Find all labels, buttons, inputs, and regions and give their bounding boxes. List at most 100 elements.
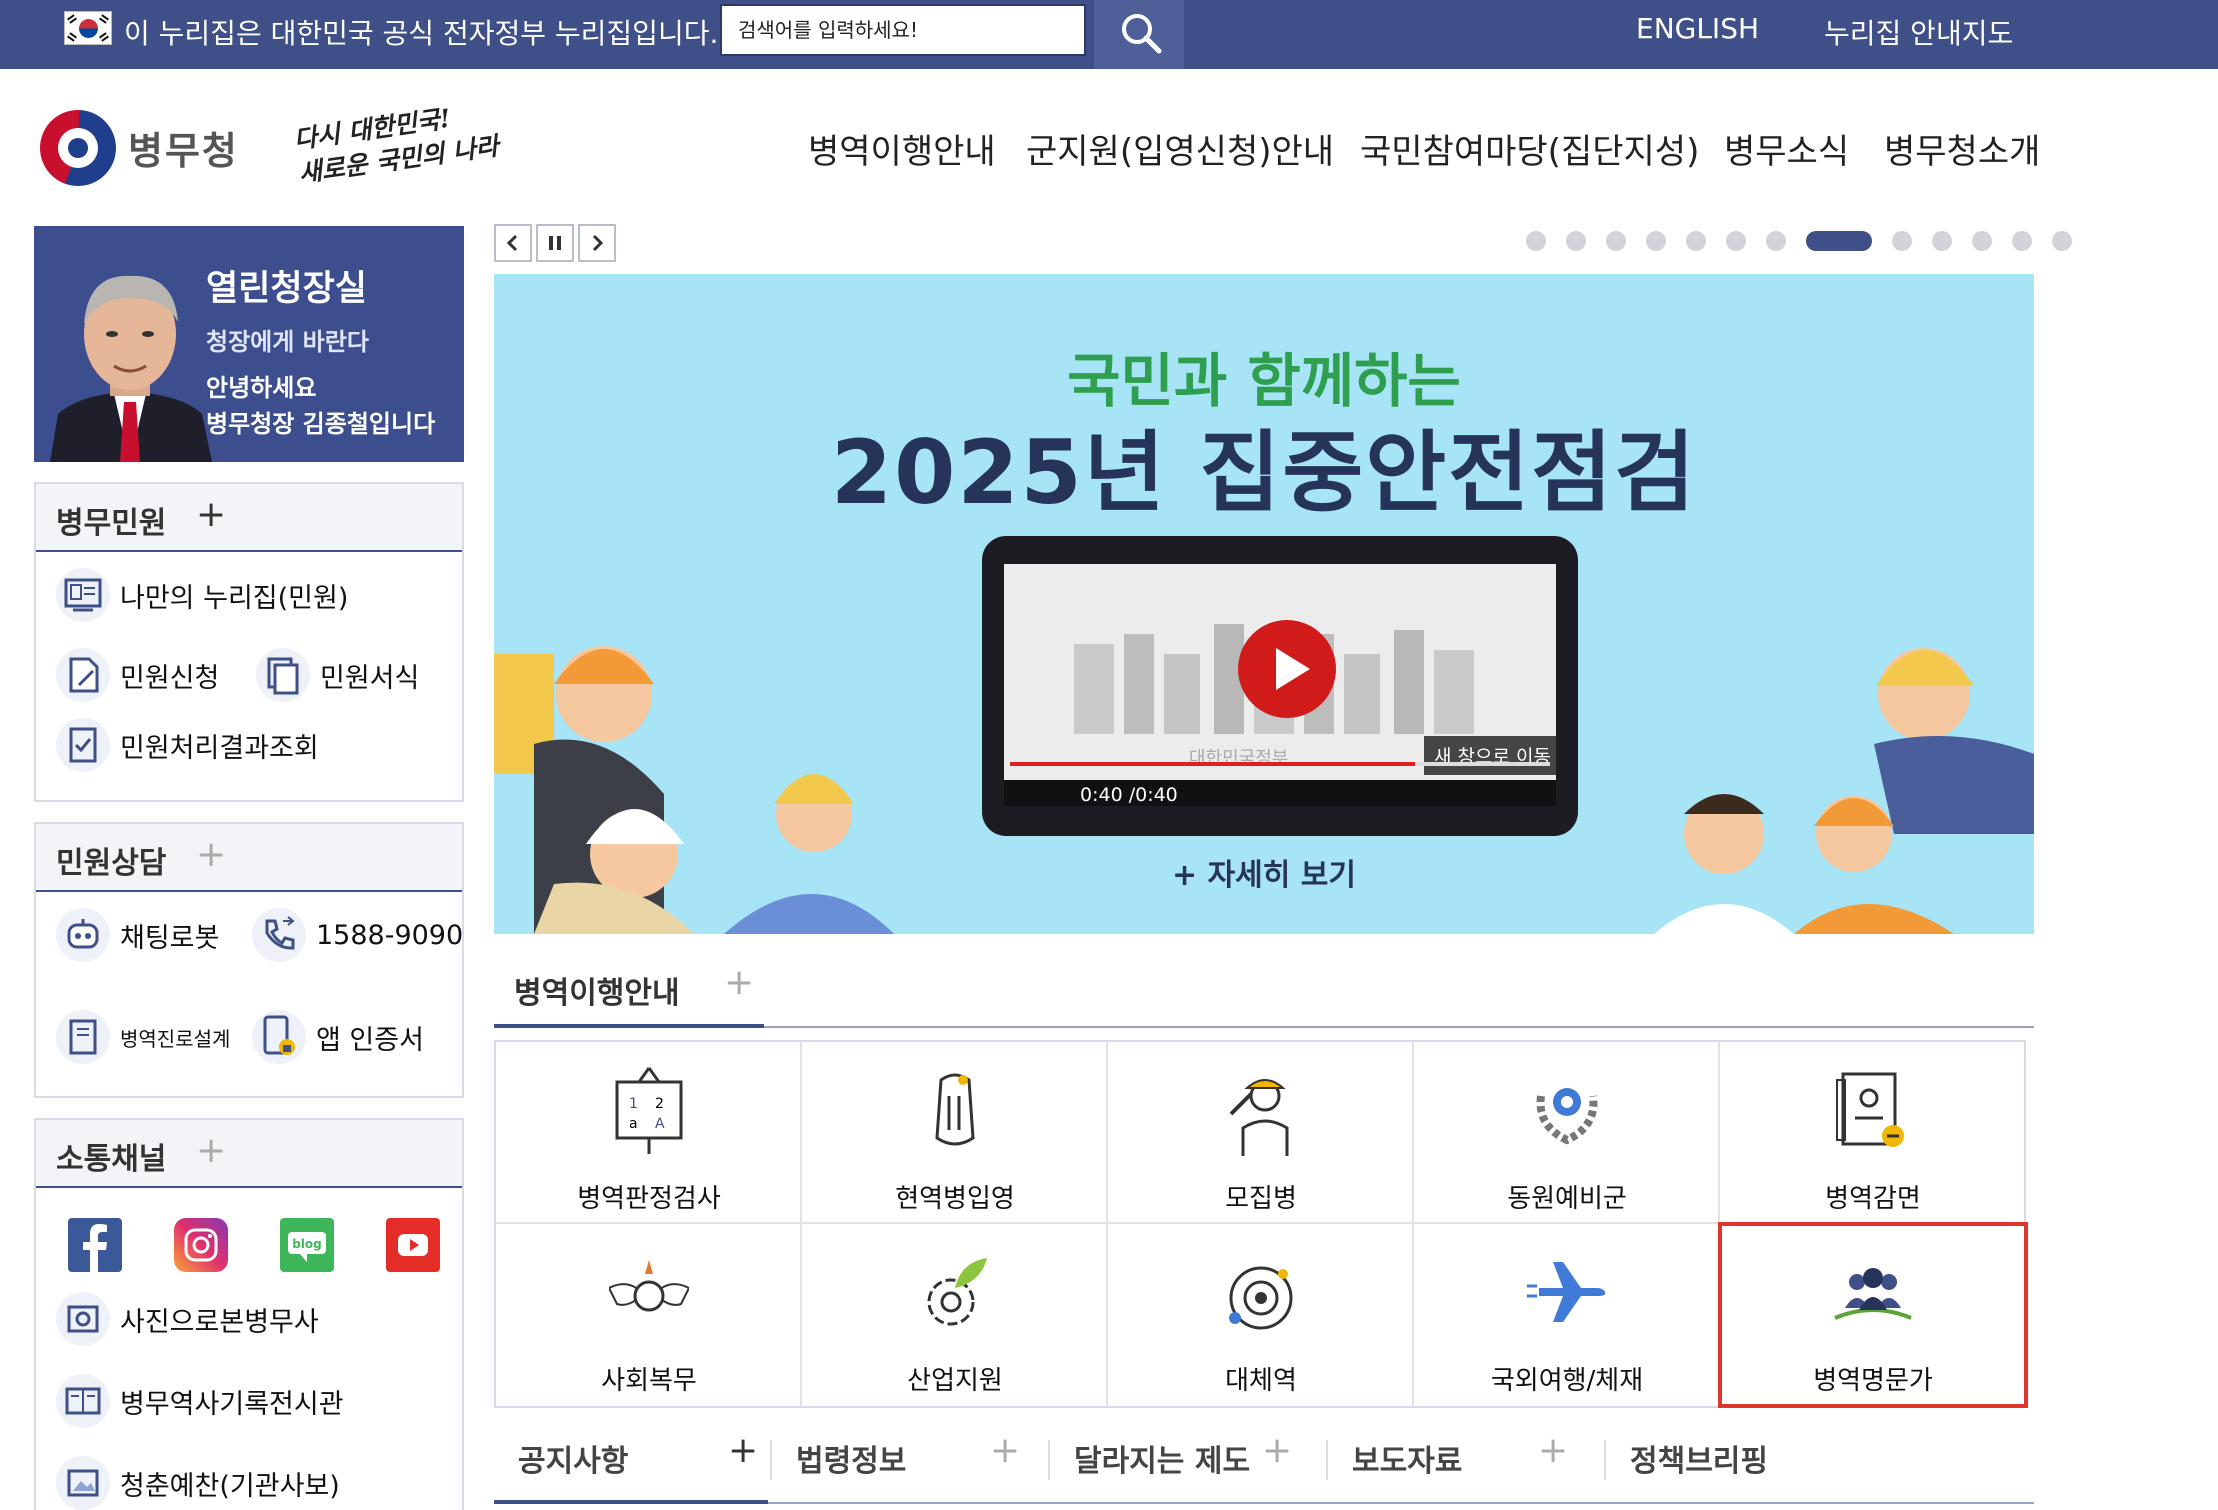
instagram-icon[interactable] (174, 1218, 228, 1272)
pager-dot[interactable] (1686, 231, 1706, 251)
civil-apply-link[interactable]: 민원신청 (56, 648, 219, 702)
taegeuk-logo-icon (40, 110, 116, 186)
career-design-link[interactable]: 병역진로설계 (56, 1010, 230, 1064)
pager-dot-active[interactable] (1806, 231, 1872, 251)
checklist-icon (56, 718, 110, 772)
monitor-icon (56, 568, 110, 622)
tab-notices[interactable]: 공지사항 + (494, 1420, 768, 1504)
civil-more-plus-icon[interactable]: + (196, 494, 226, 535)
service-exemption[interactable]: 병역감면 (1720, 1042, 2026, 1224)
service-reserve-forces[interactable]: 동원예비군 (1414, 1042, 1720, 1224)
chatbot-link[interactable]: 채팅로봇 (56, 908, 219, 962)
image-icon (56, 1456, 110, 1510)
nav-item-enlistment[interactable]: 군지원(입영신청)안내 (1026, 124, 1334, 173)
service-enlistment[interactable]: 현역병입영 (802, 1042, 1108, 1224)
pager-dot[interactable] (2012, 231, 2032, 251)
app-cert-link[interactable]: 앱 인증서 (252, 1010, 424, 1064)
nav-item-about[interactable]: 병무청소개 (1884, 124, 2040, 173)
gear-sprout-icon (927, 1258, 987, 1326)
korean-flag-icon (64, 11, 112, 45)
newsletter-link[interactable]: 청춘예찬(기관사보) (56, 1456, 340, 1510)
robot-icon (56, 908, 110, 962)
app-cert-label: 앱 인증서 (316, 1024, 424, 1056)
pager-dot[interactable] (1526, 231, 1546, 251)
tab-policy-briefing[interactable]: 정책브리핑 (1606, 1420, 1880, 1504)
chief-greeting-line-2: 병무청장 김종철입니다 (206, 410, 436, 438)
saluting-soldier-icon (1229, 1079, 1289, 1156)
id-document-icon (1836, 1072, 1904, 1147)
open-new-window-tooltip[interactable]: 새 창으로 이동 (1424, 736, 1556, 775)
pager-dot[interactable] (1726, 231, 1746, 251)
carousel-prev-button[interactable] (494, 224, 532, 262)
pager-dot[interactable] (1932, 231, 1952, 251)
blog-icon[interactable]: blog (280, 1218, 334, 1272)
nav-item-news[interactable]: 병무소식 (1724, 124, 1849, 173)
photo-history-link[interactable]: 사진으로본병무사 (56, 1292, 319, 1346)
pager-dot[interactable] (1972, 231, 1992, 251)
tab-military-service-label: 병역이행안내 (514, 976, 680, 1011)
dog-tag-icon (935, 1073, 975, 1146)
pager-dot[interactable] (1766, 231, 1786, 251)
service-alternative[interactable]: 대체역 (1108, 1224, 1414, 1406)
blog-icon-text: blog (292, 1237, 322, 1251)
sitemap-link[interactable]: 누리집 안내지도 (1824, 12, 2013, 52)
laurel-emblem-icon (1536, 1088, 1598, 1145)
tab-plus-icon[interactable]: + (724, 962, 754, 1003)
service-label-alternative: 대체역 (1225, 1366, 1297, 1396)
tab-press-releases[interactable]: 보도자료 + (1328, 1420, 1602, 1504)
gov-notice-text: 이 누리집은 대한민국 공식 전자정부 누리집입니다. (124, 17, 719, 50)
civil-result-link[interactable]: 민원처리결과조회 (56, 718, 319, 772)
tab-policy-briefing-label: 정책브리핑 (1630, 1444, 1768, 1479)
nav-item-participation[interactable]: 국민참여마당(집단지성) (1360, 124, 1699, 173)
photo-history-label: 사진으로본병무사 (120, 1306, 319, 1338)
consult-more-plus-icon[interactable]: + (196, 834, 226, 875)
pager-dot[interactable] (1606, 231, 1626, 251)
video-player[interactable]: 대한민국정부 새 창으로 이동 0:40 /0:40 (982, 536, 1578, 836)
pager-dot[interactable] (1646, 231, 1666, 251)
video-progress-bar[interactable] (1010, 762, 1550, 766)
pager-dot[interactable] (2052, 231, 2072, 251)
carousel-pause-button[interactable] (536, 224, 574, 262)
phone-link[interactable]: 1588-9090 (252, 908, 463, 962)
service-label-exemption: 병역감면 (1825, 1184, 1921, 1214)
phone-number: 1588-9090 (316, 919, 464, 951)
pager-dot[interactable] (1566, 231, 1586, 251)
history-hall-link[interactable]: 병무역사기록전시관 (56, 1374, 344, 1428)
service-recruitment[interactable]: 모집병 (1108, 1042, 1414, 1224)
play-button[interactable] (1238, 620, 1336, 718)
tab-changed-systems-plus-icon[interactable]: + (1262, 1430, 1292, 1471)
tab-press-releases-plus-icon[interactable]: + (1538, 1430, 1568, 1471)
service-physical-exam[interactable]: 1 2 a A 병역판정검사 (496, 1042, 802, 1224)
tab-military-service[interactable]: 병역이행안내 + (494, 960, 764, 1028)
nav-item-military-service[interactable]: 병역이행안내 (808, 124, 996, 173)
tab-laws[interactable]: 법령정보 + (772, 1420, 1046, 1504)
document-copy-icon (256, 648, 310, 702)
svg-text:a: a (629, 1116, 638, 1132)
civil-forms-label: 민원서식 (320, 662, 420, 694)
banner-more-link[interactable]: + 자세히 보기 (494, 850, 2034, 894)
service-industry-support[interactable]: 산업지원 (802, 1224, 1108, 1406)
tab-laws-plus-icon[interactable]: + (990, 1430, 1020, 1471)
site-logo[interactable]: 병무청 (40, 106, 248, 186)
my-nurijip-label: 나만의 누리집(민원) (120, 582, 349, 614)
service-honored-family[interactable]: 병역명문가 (1718, 1222, 2028, 1408)
my-nurijip-link[interactable]: 나만의 누리집(민원) (56, 568, 348, 622)
tab-changed-systems[interactable]: 달라지는 제도 + (1050, 1420, 1324, 1504)
tab-notices-plus-icon[interactable]: + (728, 1430, 758, 1471)
search-button[interactable] (1094, 0, 1184, 69)
service-overseas-travel[interactable]: 국외여행/체재 (1414, 1224, 1720, 1406)
service-grid: 1 2 a A 병역판정검사 현역병입영 모집병 동원예비군 병역감면 사회복무 산업… (494, 1040, 2028, 1408)
channel-more-plus-icon[interactable]: + (196, 1130, 226, 1171)
english-link[interactable]: ENGLISH (1636, 12, 1759, 45)
search-input[interactable] (720, 4, 1086, 56)
logo-text: 병무청 (128, 129, 239, 173)
youtube-icon[interactable] (386, 1218, 440, 1272)
civil-forms-link[interactable]: 민원서식 (256, 648, 419, 702)
main-banner-slide[interactable]: 국민과 함께하는 2025년 집중안전점검 대한민국정부 새 창으로 이동 0:… (494, 274, 2034, 934)
facebook-icon[interactable] (68, 1218, 122, 1272)
chief-office-banner[interactable]: 열린청장실 청장에게 바란다 안녕하세요 병무청장 김종철입니다 (34, 226, 464, 462)
service-social-service[interactable]: 사회복무 (496, 1224, 802, 1406)
pager-dot[interactable] (1892, 231, 1912, 251)
chief-subtitle: 청장에게 바란다 (206, 328, 369, 356)
carousel-next-button[interactable] (578, 224, 616, 262)
